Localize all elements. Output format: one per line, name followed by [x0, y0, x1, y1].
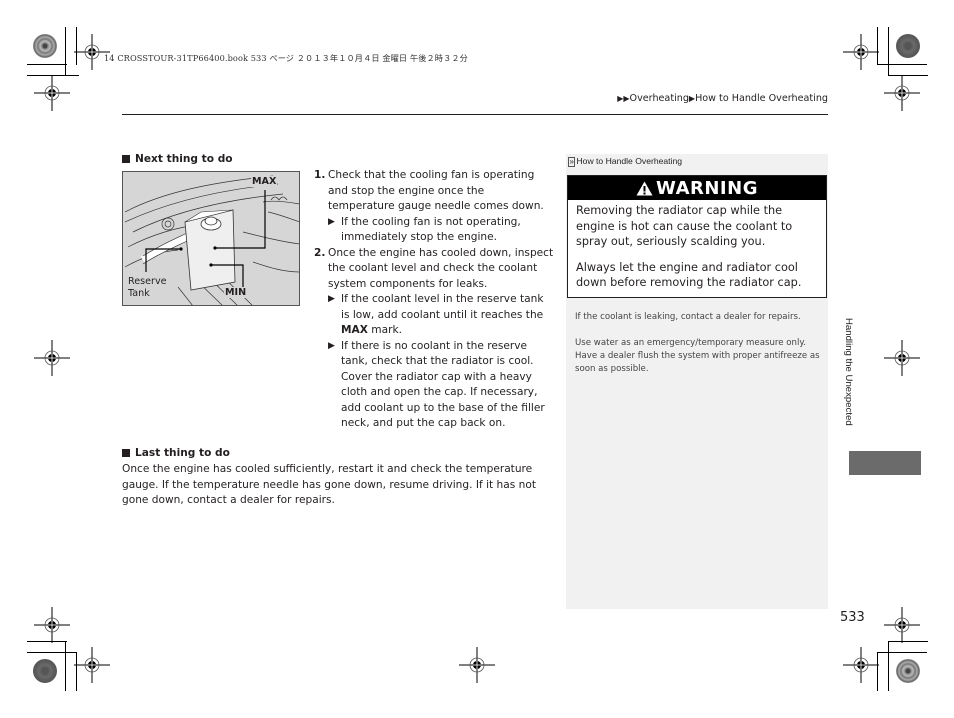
min-label: MIN [224, 287, 248, 298]
reserve-tank-label-line2: Tank [127, 288, 151, 299]
step-1: 1. Check that the cooling fan is operati… [314, 168, 554, 215]
warning-title: WARNING [656, 177, 758, 199]
section-heading-next: Next thing to do [122, 153, 233, 165]
square-bullet-icon [122, 155, 130, 163]
sidebar-note: If the coolant is leaking, contact a dea… [575, 312, 801, 322]
warning-paragraph: Removing the radiator cap while the engi… [576, 204, 793, 248]
warning-triangle-icon [636, 181, 653, 195]
sidebar-note: Use water as an emergency/temporary meas… [575, 338, 820, 374]
steps-list: 1. Check that the cooling fan is operati… [314, 168, 554, 432]
crop-line [877, 64, 927, 65]
step-1-substep: ▶ If the cooling fan is not operating, i… [328, 215, 554, 246]
crop-line [877, 652, 927, 653]
registration-mark-icon [884, 340, 920, 376]
registration-mark-icon [843, 647, 879, 683]
sidebar-reference: » How to Handle Overheating [568, 156, 682, 167]
crop-line [65, 27, 66, 76]
warning-paragraph: Always let the engine and radiator cool … [576, 260, 802, 290]
step-2-substep: ▶ If there is no coolant in the reserve … [328, 339, 554, 432]
triangle-bullet-icon: ▶ [328, 216, 335, 227]
step-text: Once the engine has cooled down, inspect… [328, 246, 554, 290]
step-number: 2. [314, 246, 326, 259]
last-step-paragraph: Once the engine has cooled sufficiently,… [122, 463, 536, 506]
substep-text: mark. [367, 324, 402, 336]
registration-mark-icon [884, 75, 920, 111]
crop-line [65, 641, 66, 691]
substep-text: If there is no coolant in the reserve ta… [341, 339, 545, 430]
triangle-bullet-icon: ▶ [328, 340, 335, 351]
warning-body: Removing the radiator cap while the engi… [568, 200, 826, 291]
registration-mark-icon [34, 75, 70, 111]
warning-header: WARNING [568, 176, 826, 200]
step-2: 2. Once the engine has cooled down, insp… [314, 246, 554, 293]
chapter-tab-label: Handling the Unexpected [843, 318, 854, 426]
registration-mark-icon [74, 34, 110, 70]
registration-mark-icon [843, 34, 879, 70]
substep-text: If the cooling fan is not operating, imm… [341, 215, 521, 244]
section-heading-text: Last thing to do [135, 447, 230, 459]
triangle-bullet-icon: ▶ [328, 294, 335, 304]
registration-mark-icon [459, 647, 495, 683]
step-text: Check that the cooling fan is operating … [328, 169, 544, 212]
breadcrumb: ▶▶Overheating▶How to Handle Overheating [617, 93, 828, 104]
crop-line [888, 641, 889, 691]
page-number: 533 [840, 610, 865, 625]
chapter-tab-marker[interactable] [849, 451, 921, 475]
print-header: 14 CROSSTOUR-31TP66400.book 533 ページ ２０１３… [104, 53, 468, 63]
color-target-icon [896, 659, 920, 683]
section-heading-last: Last thing to do [122, 447, 230, 459]
color-target-icon [896, 34, 920, 58]
breadcrumb-item[interactable]: Overheating [630, 93, 689, 104]
crop-line [888, 27, 889, 76]
color-target-icon [33, 34, 57, 58]
max-label: MAX [251, 176, 278, 187]
square-bullet-icon [122, 449, 130, 457]
step-2-substep: ▶ If the coolant level in the reserve ta… [328, 292, 554, 339]
reserve-tank-label-line1: Reserve [127, 276, 168, 287]
crop-line [27, 652, 77, 653]
reference-arrow-icon: » [568, 157, 576, 167]
warning-box: WARNING Removing the radiator cap while … [567, 175, 827, 298]
header-divider [122, 114, 828, 115]
sidebar-reference-title: How to Handle Overheating [576, 156, 683, 166]
breadcrumb-arrows-icon: ▶▶ [617, 94, 630, 103]
max-mark-emphasis: MAX [341, 324, 368, 336]
reserve-tank-illustration: MAX MIN Reserve Tank [122, 171, 300, 306]
registration-mark-icon [74, 647, 110, 683]
crop-line [27, 64, 67, 65]
section-heading-text: Next thing to do [135, 153, 233, 165]
step-number: 1. [314, 169, 326, 181]
registration-mark-icon [884, 607, 920, 643]
registration-mark-icon [34, 607, 70, 643]
substep-text: If the coolant level in the reserve tank… [341, 293, 544, 321]
registration-mark-icon [34, 340, 70, 376]
breadcrumb-item[interactable]: How to Handle Overheating [695, 93, 828, 104]
color-target-icon [33, 659, 57, 683]
